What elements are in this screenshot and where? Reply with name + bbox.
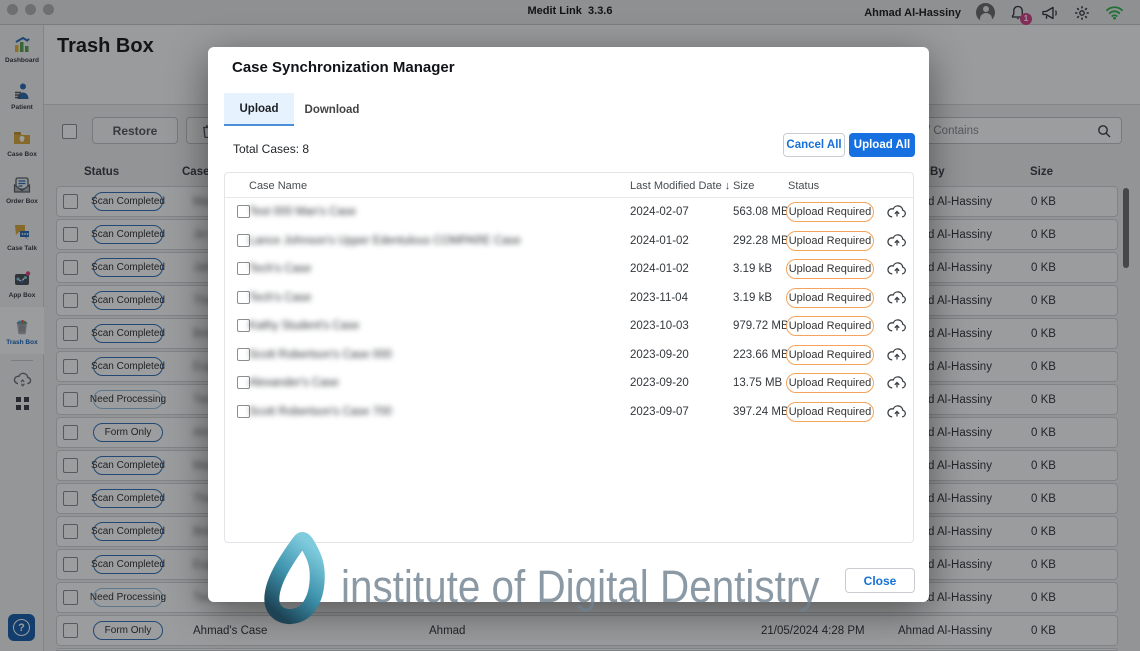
sync-table-row[interactable]: Scott Robertson's Case 700 2023-09-07 39… [225,398,913,427]
case-name: Scott Robertson's Case 000 [249,349,392,361]
last-modified-date: 2023-11-04 [630,292,688,304]
size: 979.72 MB [733,320,789,332]
upload-required-badge: Upload Required [786,288,874,308]
upload-all-label: Upload All [854,139,910,151]
sync-cases-table: Case Name Last Modified Date ↓ Size Stat… [224,172,914,543]
tab-upload[interactable]: Upload [224,93,294,126]
upload-cloud-icon[interactable] [887,403,907,420]
upload-cloud-icon[interactable] [887,317,907,334]
tab-label: Download [305,104,360,116]
upload-cloud-icon[interactable] [887,346,907,363]
last-modified-date: 2024-01-02 [630,263,689,275]
column-header-last-modified[interactable]: Last Modified Date ↓ [630,180,730,192]
cancel-all-button[interactable]: Cancel All [783,133,845,157]
last-modified-date: 2023-09-07 [630,406,689,418]
last-modified-date: 2023-09-20 [630,349,689,361]
upload-required-badge: Upload Required [786,202,874,222]
column-header-size[interactable]: Size [733,180,754,192]
case-name: Tech's Case [249,292,311,304]
sort-descending-icon[interactable]: ↓ [725,180,731,192]
last-modified-date: 2024-02-07 [630,206,689,218]
column-header-status[interactable]: Status [788,180,819,192]
upload-required-badge: Upload Required [786,402,874,422]
upload-all-button[interactable]: Upload All [849,133,915,157]
cancel-all-label: Cancel All [786,139,841,151]
close-button[interactable]: Close [845,568,915,593]
sync-table-row[interactable]: Lance Johnson's Upper Edentulous COMPARE… [225,227,913,256]
tab-label: Upload [240,103,279,115]
app-window: Medit Link 3.3.6 Ahmad Al-Hassiny 1 Dash… [0,0,1140,651]
case-name: Kathy Student's Case [249,320,359,332]
last-modified-date: 2023-10-03 [630,320,689,332]
sync-table-row[interactable]: Scott Robertson's Case 000 2023-09-20 22… [225,341,913,370]
case-name: Scott Robertson's Case 700 [249,406,392,418]
sync-table-header: Case Name Last Modified Date ↓ Size Stat… [225,173,913,198]
size: 3.19 kB [733,292,772,304]
upload-cloud-icon[interactable] [887,374,907,391]
upload-cloud-icon[interactable] [887,260,907,277]
close-button-label: Close [864,574,897,588]
upload-cloud-icon[interactable] [887,289,907,306]
upload-cloud-icon[interactable] [887,203,907,220]
sync-table-row[interactable]: Tech's Case 2024-01-02 3.19 kB Upload Re… [225,255,913,284]
last-modified-date: 2024-01-02 [630,235,689,247]
upload-required-badge: Upload Required [786,231,874,251]
upload-required-badge: Upload Required [786,373,874,393]
size: 563.08 MB [733,206,789,218]
case-name: Test 000 Man's Case [249,206,356,218]
case-name: Tech's Case [249,263,311,275]
case-sync-manager-dialog: Case Synchronization Manager Upload Down… [208,47,929,602]
upload-cloud-icon[interactable] [887,232,907,249]
dialog-title: Case Synchronization Manager [232,59,455,76]
last-modified-date: 2023-09-20 [630,377,689,389]
sync-table-row[interactable]: Alexander's Case 2023-09-20 13.75 MB Upl… [225,369,913,398]
sync-table-row[interactable]: Test 000 Man's Case 2024-02-07 563.08 MB… [225,198,913,227]
tab-download[interactable]: Download [294,93,370,126]
total-cases-label: Total Cases: 8 [233,142,309,156]
upload-required-badge: Upload Required [786,345,874,365]
column-header-case-name[interactable]: Case Name [249,180,307,192]
size: 3.19 kB [733,263,772,275]
sync-table-row[interactable]: Tech's Case 2023-11-04 3.19 kB Upload Re… [225,284,913,313]
upload-required-badge: Upload Required [786,259,874,279]
size: 223.66 MB [733,349,789,361]
size: 292.28 MB [733,235,789,247]
case-name: Alexander's Case [249,377,339,389]
case-name: Lance Johnson's Upper Edentulous COMPARE… [249,235,521,247]
size: 397.24 MB [733,406,789,418]
size: 13.75 MB [733,377,782,389]
upload-required-badge: Upload Required [786,316,874,336]
sync-table-row[interactable]: Kathy Student's Case 2023-10-03 979.72 M… [225,312,913,341]
